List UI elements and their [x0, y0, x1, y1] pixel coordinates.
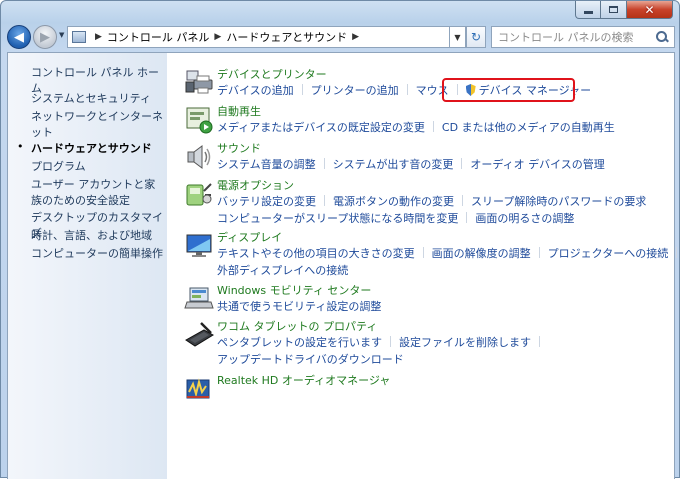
sidebar-item-hardware-sound[interactable]: ハードウェアとサウンド	[31, 141, 163, 157]
link-divider	[390, 336, 391, 347]
chevron-down-icon: ▼	[454, 32, 461, 42]
link-add-printer[interactable]: プリンターの追加	[311, 84, 399, 97]
maximize-button[interactable]	[601, 1, 627, 19]
category-links: メディアまたはデバイスの既定設定の変更 CD または他のメディアの自動再生	[217, 119, 677, 136]
recent-pages-dropdown[interactable]: ▼	[59, 31, 67, 41]
search-icon[interactable]	[655, 30, 669, 44]
chevron-right-icon[interactable]: ▶	[214, 32, 221, 42]
address-bar[interactable]: ▶ コントロール パネル ▶ ハードウェアとサウンド ▶	[67, 26, 450, 48]
forward-button[interactable]: ▶	[33, 25, 57, 49]
current-item-bullet: •	[17, 140, 24, 153]
category-title[interactable]: Windows モビリティ センター	[217, 284, 371, 298]
link-divider	[323, 158, 325, 169]
chevron-right-icon[interactable]: ▶	[95, 32, 102, 42]
sidebar-item-system-security[interactable]: システムとセキュリティ	[31, 91, 163, 107]
category-links: ペンタブレットの設定を行います 設定ファイルを削除しますアップデートドライバのダウ…	[217, 334, 677, 368]
link-add-device[interactable]: デバイスの追加	[217, 84, 294, 97]
minimize-button[interactable]	[575, 1, 601, 19]
link-adjust-mobility-settings[interactable]: 共通で使うモビリティ設定の調整	[217, 300, 381, 313]
link-divider	[676, 247, 678, 258]
link-download-driver[interactable]: アップデートドライバのダウンロード	[217, 353, 404, 366]
refresh-button[interactable]: ↻	[466, 26, 486, 48]
category-title[interactable]: 自動再生	[217, 105, 261, 119]
search-box[interactable]: コントロール パネルの検索	[491, 26, 675, 48]
link-divider	[406, 84, 408, 95]
category-title[interactable]: ワコム タブレットの プロパティ	[217, 320, 377, 334]
sidebar-item-ease-of-access[interactable]: コンピューターの簡単操作	[31, 246, 163, 262]
power-options-icon	[186, 183, 212, 206]
link-connect-projector[interactable]: プロジェクターへの接続	[548, 247, 669, 260]
printer-icon	[185, 70, 213, 94]
link-divider	[432, 121, 434, 132]
category-title[interactable]: ディスプレイ	[217, 231, 282, 245]
tablet-icon	[185, 322, 214, 347]
category-title[interactable]: 電源オプション	[217, 179, 294, 193]
category-title[interactable]: デバイスとプリンター	[217, 68, 327, 82]
link-delete-settings-file[interactable]: 設定ファイルを削除します	[399, 336, 531, 349]
mobility-center-icon	[184, 287, 214, 309]
link-divider	[462, 195, 463, 206]
link-tablet-settings[interactable]: ペンタブレットの設定を行います	[217, 336, 382, 349]
category-links: テキストやその他の項目の大きさの変更 画面の解像度の調整 プロジェクターへの接続外部…	[217, 245, 678, 279]
breadcrumb-hardware-sound[interactable]: ハードウェアとサウンド	[226, 29, 347, 45]
link-change-sleep-time[interactable]: コンピューターがスリープ状態になる時間を変更	[217, 212, 458, 225]
back-arrow-icon: ◀	[14, 29, 24, 45]
link-require-password-wake[interactable]: スリープ解除時のパスワードの要求	[471, 195, 646, 208]
link-cd-autoplay[interactable]: CD または他のメディアの自動再生	[442, 121, 615, 134]
highlight-box	[442, 78, 575, 102]
link-change-text-size[interactable]: テキストやその他の項目の大きさの変更	[217, 247, 415, 260]
main-panel: デバイスとプリンター デバイスの追加 プリンターの追加 マウス デバイス マネージャー…	[168, 53, 678, 479]
link-divider	[301, 84, 303, 95]
link-divider	[422, 247, 424, 258]
category-links: システム音量の調整 システムが出す音の変更 オーディオ デバイスの管理	[217, 156, 677, 173]
window-frame: ✕ ◀ ▶ ▼ ▶ コントロール パネル ▶ ハードウェアとサウンド ▶ ▼ ↻…	[0, 0, 680, 479]
refresh-icon: ↻	[470, 30, 482, 44]
content-area: コントロール パネル ホーム システムとセキュリティ ネットワークとインターネッ…	[7, 52, 678, 479]
back-button[interactable]: ◀	[7, 25, 31, 49]
sidebar-item-user-accounts[interactable]: ユーザー アカウントと家族のための安全設定	[31, 177, 163, 209]
category-title[interactable]: Realtek HD オーディオマネージャ	[217, 374, 390, 388]
close-button[interactable]: ✕	[627, 1, 673, 19]
category-title[interactable]: サウンド	[217, 142, 261, 156]
link-divider	[539, 336, 540, 347]
breadcrumb-control-panel[interactable]: コントロール パネル	[107, 29, 210, 45]
link-adjust-brightness[interactable]: 画面の明るさの調整	[475, 212, 574, 225]
close-icon: ✕	[644, 2, 655, 17]
link-divider	[461, 158, 463, 169]
link-adjust-resolution[interactable]: 画面の解像度の調整	[432, 247, 531, 260]
link-divider	[538, 247, 540, 258]
navigation-bar: ◀ ▶ ▼ ▶ コントロール パネル ▶ ハードウェアとサウンド ▶ ▼ ↻ コ…	[7, 23, 675, 51]
control-panel-icon	[72, 31, 86, 43]
sidebar-item-clock-language-region[interactable]: 時計、言語、および地域	[31, 228, 163, 244]
category-links: バッテリ設定の変更 電源ボタンの動作の変更 スリープ解除時のパスワードの要求 コンピュ…	[217, 193, 677, 227]
link-change-system-sounds[interactable]: システムが出す音の変更	[333, 158, 454, 171]
link-adjust-volume[interactable]: システム音量の調整	[217, 158, 316, 171]
sidebar-item-network-internet[interactable]: ネットワークとインターネット	[31, 109, 163, 141]
speaker-icon	[187, 145, 211, 169]
minimize-icon	[583, 11, 593, 14]
link-divider	[466, 212, 468, 223]
sidebar-item-programs[interactable]: プログラム	[31, 159, 163, 175]
address-dropdown-button[interactable]: ▼	[450, 26, 466, 48]
realtek-audio-icon	[186, 378, 210, 399]
link-change-battery-settings[interactable]: バッテリ設定の変更	[217, 195, 316, 208]
link-divider	[324, 195, 325, 206]
category-links: 共通で使うモビリティ設定の調整	[217, 298, 677, 315]
autoplay-icon	[186, 107, 213, 134]
link-media-default-settings[interactable]: メディアまたはデバイスの既定設定の変更	[217, 121, 425, 134]
forward-arrow-icon: ▶	[40, 29, 50, 45]
link-manage-audio-devices[interactable]: オーディオ デバイスの管理	[470, 158, 604, 171]
sidebar: コントロール パネル ホーム システムとセキュリティ ネットワークとインターネッ…	[8, 53, 167, 479]
display-icon	[186, 234, 212, 257]
search-input[interactable]: コントロール パネルの検索	[492, 29, 655, 45]
link-change-power-buttons[interactable]: 電源ボタンの動作の変更	[333, 195, 454, 208]
chevron-right-icon[interactable]: ▶	[352, 32, 359, 42]
caption-buttons: ✕	[575, 1, 673, 19]
link-connect-external-display[interactable]: 外部ディスプレイへの接続	[217, 264, 348, 277]
maximize-icon	[609, 6, 618, 13]
